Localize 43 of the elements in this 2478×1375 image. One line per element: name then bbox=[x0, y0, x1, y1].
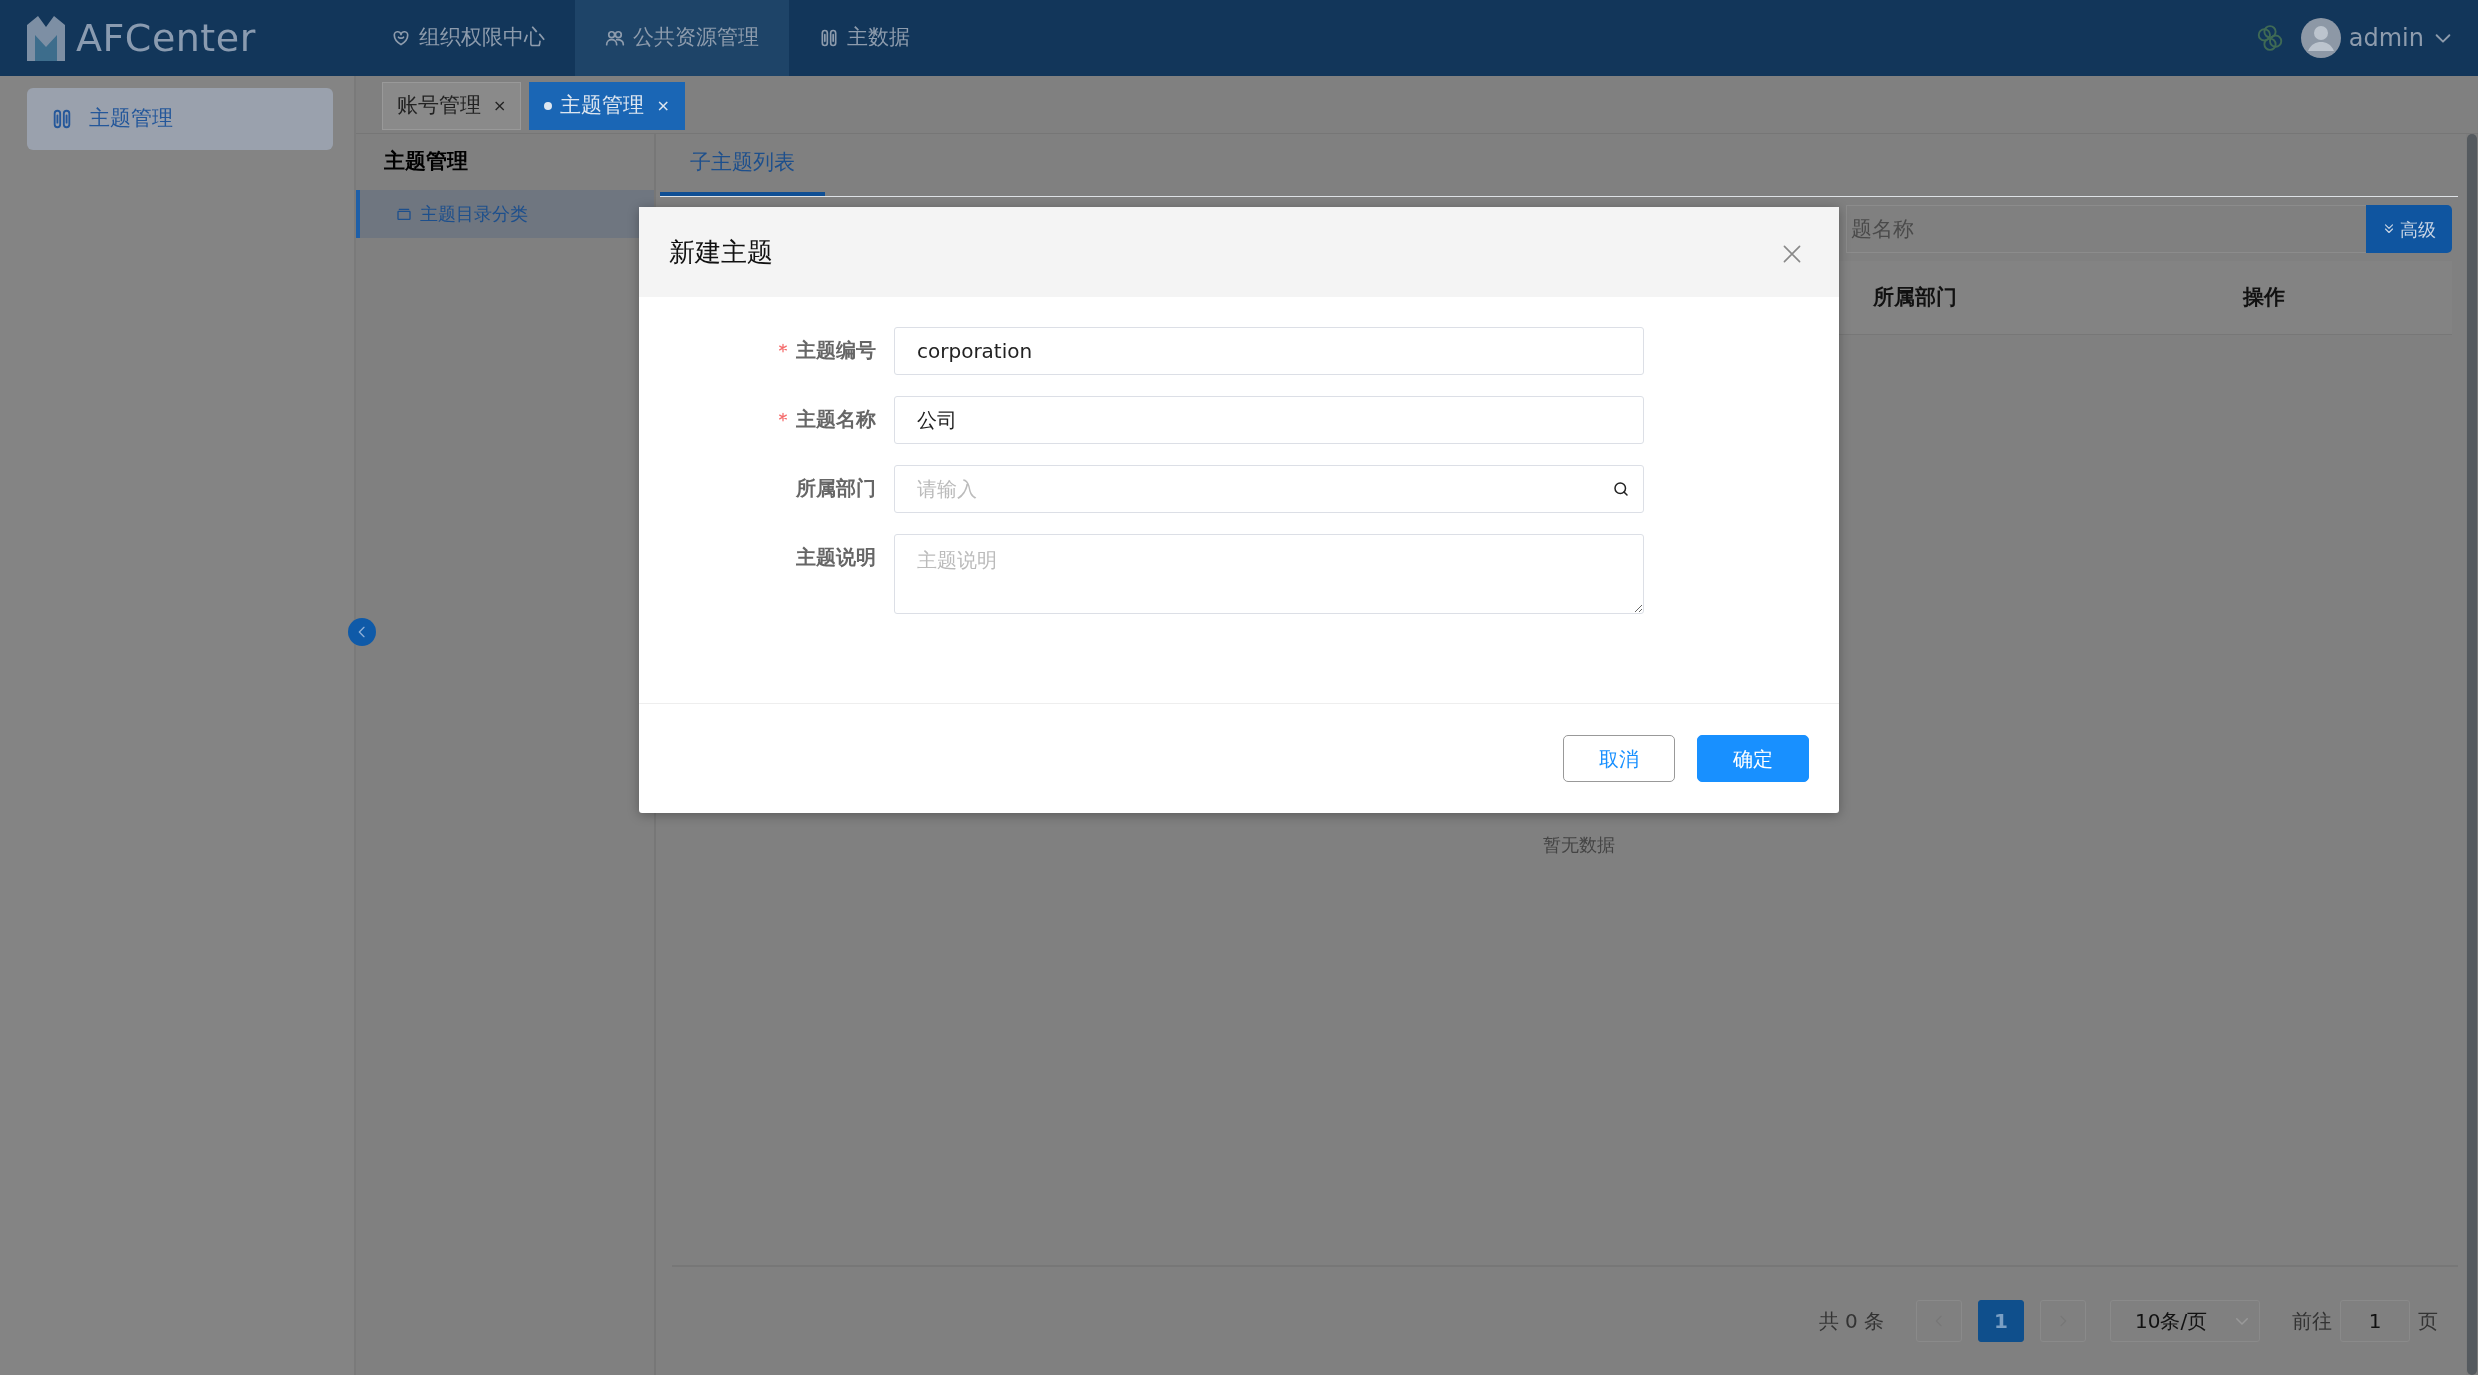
total-count: 共 0 条 bbox=[1818, 1308, 1884, 1335]
nav-item[interactable]: 组织权限中心 bbox=[360, 0, 575, 76]
dialog-title: 新建主题 bbox=[669, 235, 773, 269]
text-field[interactable]: 公司 bbox=[894, 396, 1644, 444]
cancel-button[interactable]: 取消 bbox=[1563, 735, 1675, 782]
close-icon[interactable]: × bbox=[656, 94, 670, 118]
logo-icon bbox=[24, 13, 68, 63]
people-icon bbox=[604, 28, 625, 48]
empty-text: 暂无数据 bbox=[1543, 833, 1615, 857]
text-field[interactable]: corporation bbox=[894, 327, 1644, 375]
page-size-select[interactable]: 10条/页 bbox=[2110, 1300, 2260, 1342]
sidebar-item[interactable]: 主题管理 bbox=[27, 88, 333, 150]
logo-text: AFCenter bbox=[76, 14, 256, 62]
nav-item[interactable]: 主数据 bbox=[788, 0, 940, 76]
search-select-field[interactable]: 请输入 bbox=[894, 465, 1644, 513]
dot-icon bbox=[544, 102, 553, 110]
collapse-button[interactable] bbox=[348, 618, 376, 646]
tab-label: 账号管理 bbox=[397, 92, 481, 120]
user-name[interactable]: admin bbox=[2348, 20, 2424, 56]
page-input[interactable]: 1 bbox=[2340, 1300, 2410, 1342]
search-icon bbox=[1612, 480, 1630, 498]
avatar-icon[interactable] bbox=[2300, 18, 2341, 58]
column-header: 所属部门 bbox=[1873, 284, 1957, 309]
field-label: 主题编号 bbox=[778, 338, 876, 362]
confirm-button[interactable]: 确定 bbox=[1697, 735, 1809, 782]
required-icon bbox=[778, 412, 788, 422]
required-icon bbox=[778, 343, 788, 353]
tab-label: 主题管理 bbox=[560, 92, 645, 120]
nav-item[interactable]: 公共资源管理 bbox=[574, 0, 789, 76]
page-number[interactable]: 1 bbox=[1978, 1300, 2024, 1342]
goto-label: 前往 bbox=[2292, 1308, 2332, 1335]
page-tab[interactable]: 主题管理 × bbox=[529, 82, 685, 130]
page-tab[interactable]: 账号管理 × bbox=[382, 82, 522, 130]
column-header: 操作 bbox=[2243, 284, 2285, 309]
textarea-field[interactable]: 主题说明 bbox=[894, 534, 1644, 614]
panel-title: 主题管理 bbox=[383, 148, 469, 175]
field-label: 主题名称 bbox=[778, 407, 876, 431]
page-unit: 页 bbox=[2418, 1308, 2438, 1335]
double-chevron-icon bbox=[2382, 222, 2396, 236]
close-icon[interactable]: × bbox=[493, 94, 507, 118]
advanced-button[interactable]: 高级 bbox=[2366, 205, 2452, 253]
field-label: 所属部门 bbox=[796, 476, 876, 500]
field-label: 主题说明 bbox=[796, 545, 876, 569]
